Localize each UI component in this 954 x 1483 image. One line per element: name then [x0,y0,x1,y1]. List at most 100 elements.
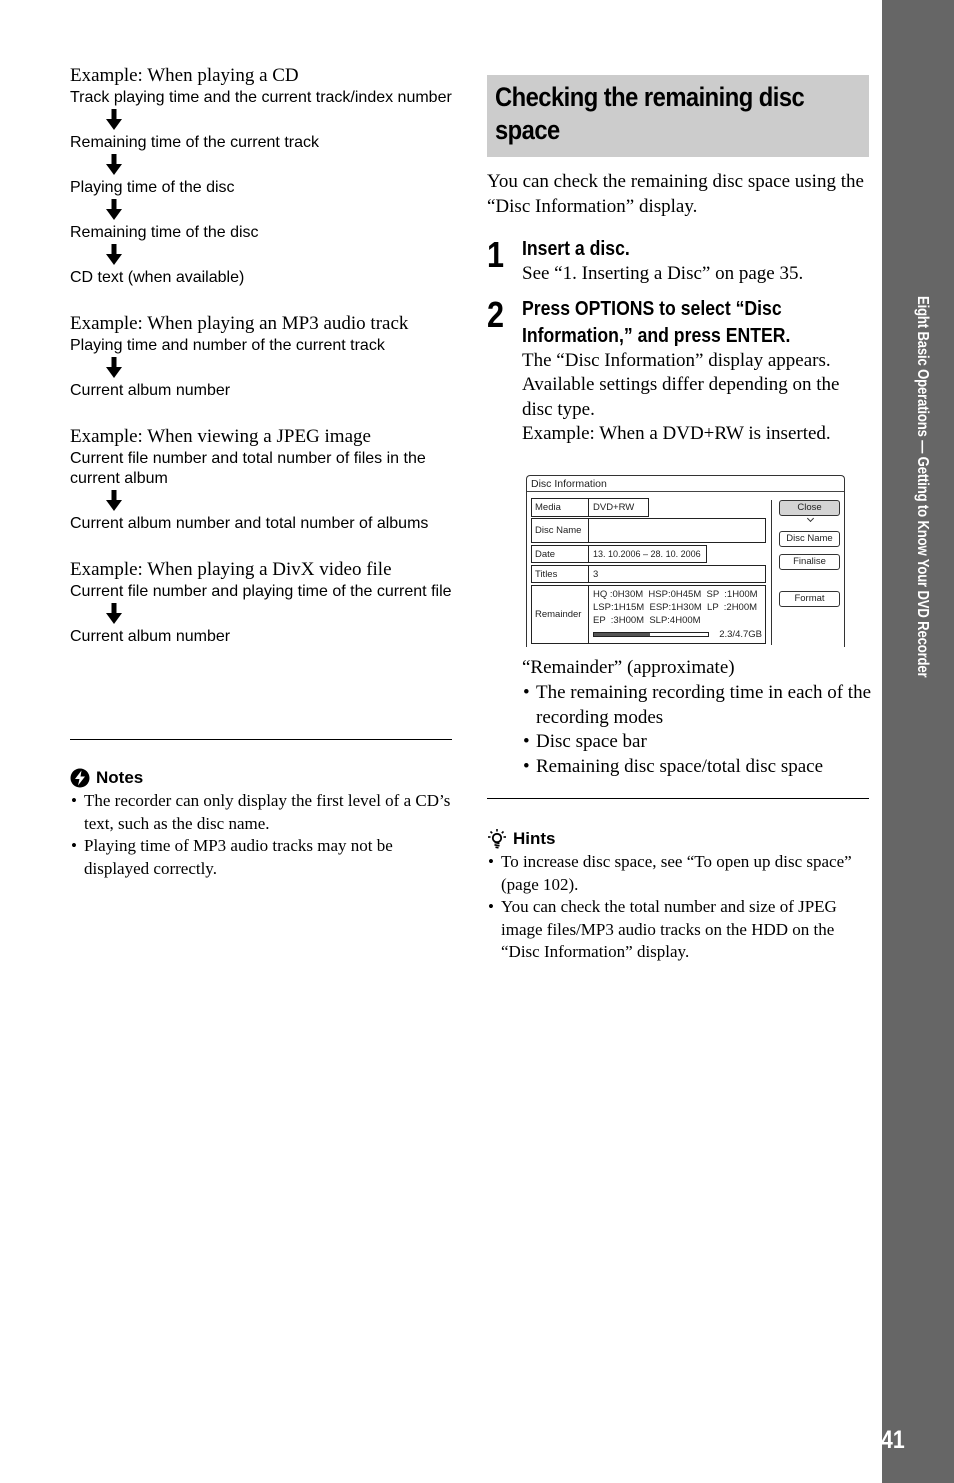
step-2: 2 Press OPTIONS to select “Disc Informat… [487,295,869,447]
section-heading: Checking the remaining disc space [495,82,805,145]
example-title: Example: When playing a CD [70,65,299,86]
row-titles: Titles 3 [531,565,766,583]
down-arrow-icon [106,357,122,378]
down-arrow-icon [106,109,122,130]
row-label: Media [532,499,589,516]
row-value [589,519,593,542]
down-arrow-icon [106,154,122,175]
disc-space-bar [593,632,709,637]
remainder-note-item: Disc space bar [522,730,872,755]
panel-title-divider [527,491,844,492]
flow-item: Track playing time and the current track… [70,89,452,106]
display-examples-column: Example: When playing a CD Track playing… [70,64,452,665]
remainder-line: LSP:1H15M ESP:1H30M LP :2H00M [593,602,758,613]
disc-name-button[interactable]: Disc Name [779,531,840,547]
notes-list: The recorder can only display the first … [70,790,452,880]
row-label: Date [532,546,589,562]
step-body: Available settings differ depending on t… [522,374,840,420]
chapter-title-text: Eight Basic Operations — Getting to Know… [914,296,931,678]
step-body: The “Disc Information” display appears. [522,349,831,371]
step-number: 2 [487,293,505,335]
note-item: Playing time of MP3 audio tracks may not… [70,835,452,880]
notes-heading: Notes [70,766,452,790]
example-jpeg: Example: When viewing a JPEG image Curre… [70,425,452,534]
close-button[interactable]: Close [779,500,840,523]
remainder-note-item: The remaining recording time in each of … [522,681,872,731]
flow-item: Current file number and total number of … [70,450,426,487]
section-divider [70,739,452,740]
page-number: 41 [881,1426,905,1454]
disc-space-bar-fill [594,633,650,636]
remaining-space-column: Checking the remaining disc space You ca… [487,75,869,447]
remainder-line: EP :3H00M SLP:4H00M [593,615,701,626]
down-arrow-icon [106,244,122,265]
hints-heading: Hints [487,827,869,851]
flow-item: CD text (when available) [70,269,245,286]
disc-name-button-label: Disc Name [786,533,833,544]
notes-label: Notes [96,768,144,787]
hints-label: Hints [513,829,556,848]
example-mp3: Example: When playing an MP3 audio track… [70,312,452,401]
flow-item: Current album number [70,382,231,399]
notes-section: Notes The recorder can only display the … [70,766,452,880]
remainder-notes-list: The remaining recording time in each of … [522,681,872,780]
row-label: Disc Name [532,519,589,542]
step-body: Example: When a DVD+RW is inserted. [522,423,831,445]
section-heading-box: Checking the remaining disc space [487,75,869,157]
note-item: The recorder can only display the first … [70,790,452,835]
step-body: See “1. Inserting a Disc” on page 35. [522,263,804,284]
panel-vertical-divider [771,500,772,645]
disc-information-panel: Disc Information Media DVD+RW Disc Name … [526,475,845,647]
flow-item: Playing time of the disc [70,179,235,196]
selection-caret-icon [806,514,815,523]
down-arrow-icon [106,490,122,511]
remainder-note-item: Remaining disc space/total disc space [522,755,872,780]
remainder-line: HQ :0H30M HSP:0H45M SP :1H00M [593,589,758,600]
format-button[interactable]: Format [779,591,840,607]
flow-item: Remaining time of the current track [70,134,319,151]
hints-list: To increase disc space, see “To open up … [487,851,869,964]
panel-title: Disc Information [531,478,607,490]
remainder-notes: “Remainder” (approximate) The remaining … [522,656,872,780]
row-disc-name: Disc Name [531,518,766,543]
example-title: Example: When playing an MP3 audio track [70,313,409,334]
intro-text: You can check the remaining disc space u… [487,171,864,217]
hints-section: Hints To increase disc space, see “To op… [487,827,869,964]
flow-item: Playing time and number of the current t… [70,337,385,354]
row-value: 3 [593,568,599,580]
row-remainder: Remainder HQ :0H30M HSP:0H45M SP :1H00M … [531,585,766,644]
example-title: Example: When playing a DivX video file [70,559,392,580]
example-title: Example: When viewing a JPEG image [70,426,371,447]
finalise-button-label: Finalise [793,556,826,567]
row-media: Media DVD+RW [531,498,649,517]
notes-warning-icon [70,768,90,788]
chapter-side-tab: Eight Basic Operations — Getting to Know… [882,0,954,1483]
close-button-label: Close [797,502,822,513]
example-cd: Example: When playing a CD Track playing… [70,64,452,288]
flow-item: Current file number and playing time of … [70,583,452,600]
remainder-content: HQ :0H30M HSP:0H45M SP :1H00M LSP:1H15M … [589,586,765,643]
hint-item: To increase disc space, see “To open up … [487,851,869,896]
flow-item: Current album number [70,628,231,645]
remainder-times: HQ :0H30M HSP:0H45M SP :1H00M LSP:1H15M … [589,586,765,627]
row-label: Remainder [532,586,589,643]
row-date: Date 13. 10.2006 – 28. 10. 2006 [531,545,707,563]
step-title: Press OPTIONS to select “Disc Informatio… [522,296,791,347]
step-1: 1 Insert a disc. See “1. Inserting a Dis… [487,235,869,287]
row-value: 13. 10.2006 – 28. 10. 2006 [593,549,701,559]
disc-space-text: 2.3/4.7GB [719,629,762,640]
example-divx: Example: When playing a DivX video file … [70,558,452,647]
step-title: Insert a disc. [522,237,630,260]
flow-item: Remaining time of the disc [70,224,259,241]
flow-item: Current album number and total number of… [70,515,429,532]
finalise-button[interactable]: Finalise [779,554,840,570]
lightbulb-hint-icon [488,829,506,849]
hint-item: You can check the total number and size … [487,896,869,964]
remainder-notes-title: “Remainder” (approximate) [522,657,735,678]
section-divider [487,798,869,799]
row-label: Titles [532,566,589,582]
step-number: 1 [487,234,505,275]
row-value: DVD+RW [593,502,635,513]
chapter-title: Eight Basic Operations — Getting to Know… [913,296,931,761]
format-button-label: Format [794,593,825,604]
